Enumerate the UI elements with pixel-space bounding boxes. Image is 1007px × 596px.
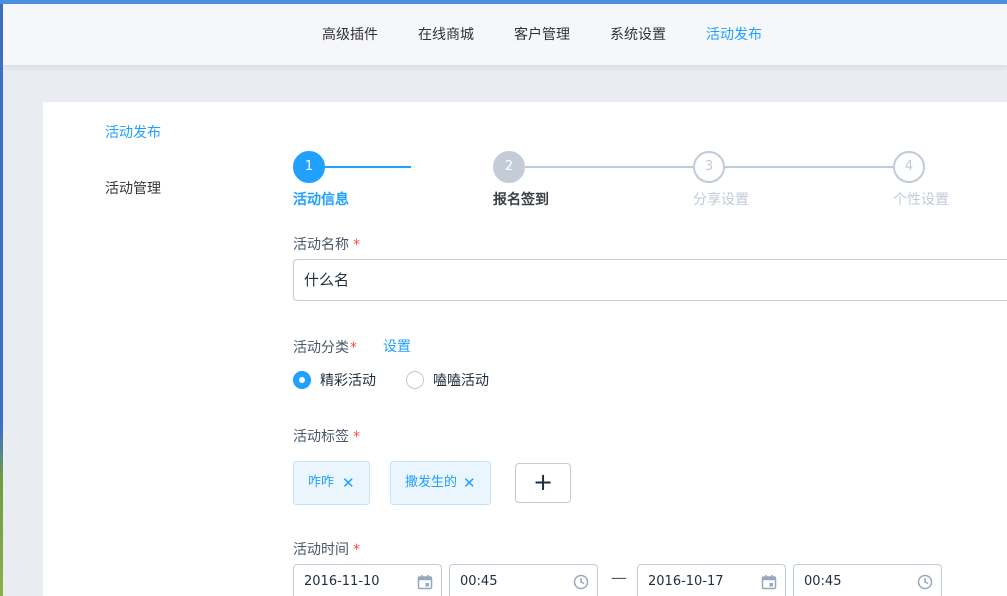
radio-checked-indicator (293, 371, 311, 389)
required-mark: * (353, 429, 360, 445)
end-time-picker[interactable]: 00:45 (793, 564, 942, 596)
end-date-value: 2016-10-17 (648, 574, 724, 589)
activity-name-input[interactable]: 什么名 (293, 259, 1007, 301)
step-2-circle: 2 (493, 151, 525, 183)
end-date-picker[interactable]: 2016-10-17 (637, 564, 786, 596)
desktop-edge (0, 0, 3, 596)
add-tag-button[interactable]: + (515, 463, 571, 503)
range-separator: — (611, 568, 627, 587)
tag-item: 咋咋 ✕ (293, 461, 370, 505)
nav-item-system-settings[interactable]: 系统设置 (610, 4, 666, 66)
activity-tags-label-text: 活动标签 (293, 429, 349, 445)
activity-time-label: 活动时间 * (293, 539, 360, 559)
required-mark: * (350, 340, 357, 356)
nav-item-activity-publish[interactable]: 活动发布 (706, 4, 762, 66)
tag-close-icon[interactable]: ✕ (342, 462, 355, 504)
activity-name-label: 活动名称 * (293, 234, 360, 254)
tag-item: 撒发生的 ✕ (390, 461, 491, 505)
step-connector-2 (525, 166, 693, 168)
step-2-title: 报名签到 (493, 192, 549, 208)
tag-label: 撒发生的 (405, 475, 458, 490)
step-1-title: 活动信息 (293, 192, 349, 208)
clock-icon (917, 574, 933, 590)
activity-time-label-text: 活动时间 (293, 542, 349, 558)
top-navigation: 高级插件 在线商城 客户管理 系统设置 活动发布 (3, 4, 1007, 66)
step-4-circle: 4 (893, 151, 925, 183)
activity-name-label-text: 活动名称 (293, 237, 349, 253)
sidebar-item-activity-management[interactable]: 活动管理 (105, 178, 161, 198)
activity-category-label-text: 活动分类 (293, 340, 349, 356)
nav-item-advanced-plugins[interactable]: 高级插件 (322, 4, 378, 66)
calendar-icon (761, 575, 777, 590)
step-connector-3 (725, 166, 893, 168)
sidebar-item-activity-publish[interactable]: 活动发布 (105, 122, 161, 142)
start-time-picker[interactable]: 00:45 (449, 564, 598, 596)
tag-close-icon[interactable]: ✕ (463, 462, 476, 504)
step-4-title: 个性设置 (893, 192, 949, 208)
required-mark: * (353, 237, 360, 253)
radio-other-activity[interactable]: 嗑嗑活动 (406, 370, 489, 390)
step-3-circle: 3 (693, 151, 725, 183)
activity-tags-label: 活动标签 * (293, 426, 360, 446)
activity-category-label: 活动分类* (293, 337, 357, 357)
nav-item-customer-management[interactable]: 客户管理 (514, 4, 570, 66)
start-time-value: 00:45 (460, 574, 498, 589)
radio-unchecked-indicator (406, 371, 424, 389)
radio-featured-activity-label: 精彩活动 (320, 373, 376, 389)
step-1-circle: 1 (293, 151, 325, 183)
step-3-title: 分享设置 (693, 192, 749, 208)
clock-icon (573, 574, 589, 590)
tag-label: 咋咋 (308, 475, 335, 490)
nav-item-online-store[interactable]: 在线商城 (418, 4, 474, 66)
category-settings-link[interactable]: 设置 (383, 336, 411, 356)
start-date-value: 2016-11-10 (304, 574, 380, 589)
start-date-picker[interactable]: 2016-11-10 (293, 564, 442, 596)
calendar-icon (417, 575, 433, 590)
radio-featured-activity[interactable]: 精彩活动 (293, 370, 376, 390)
main-card: 活动发布 活动管理 1 2 3 4 活动信息 报名签到 分享设置 个性设置 活动… (43, 102, 1007, 596)
radio-other-activity-label: 嗑嗑活动 (433, 373, 489, 389)
step-connector-1 (325, 166, 411, 168)
end-time-value: 00:45 (804, 574, 842, 589)
required-mark: * (353, 542, 360, 558)
